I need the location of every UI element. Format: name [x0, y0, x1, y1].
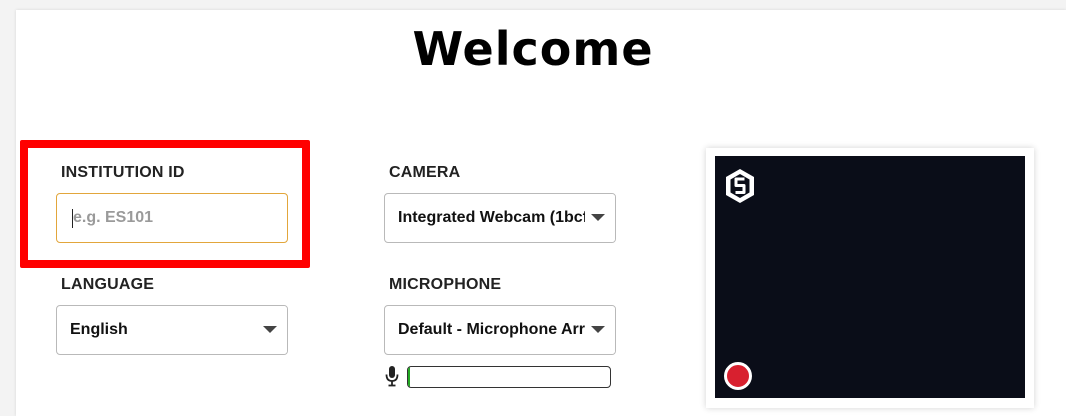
language-select[interactable]: English [56, 305, 288, 355]
microphone-select-value: Default - Microphone Array [398, 321, 603, 338]
microphone-level-fill [408, 367, 411, 387]
highlight-box [20, 140, 310, 268]
page-title: Welcome [412, 22, 654, 76]
microphone-label: MICROPHONE [389, 276, 502, 293]
chevron-down-icon [257, 306, 287, 354]
chevron-down-icon [585, 306, 615, 354]
camera-select-value: Integrated Webcam (1bcf:2b8a) [398, 209, 616, 226]
chevron-down-icon [585, 194, 615, 242]
camera-select[interactable]: Integrated Webcam (1bcf:2b8a) [384, 193, 616, 243]
language-select-value: English [70, 321, 128, 338]
camera-label: CAMERA [389, 164, 461, 181]
record-icon[interactable] [724, 362, 752, 390]
microphone-select[interactable]: Default - Microphone Array [384, 305, 616, 355]
camera-preview [715, 156, 1025, 398]
shield-s-logo-icon [726, 169, 754, 203]
language-label: LANGUAGE [61, 276, 155, 293]
microphone-icon [385, 366, 399, 387]
microphone-level-meter [407, 366, 611, 388]
